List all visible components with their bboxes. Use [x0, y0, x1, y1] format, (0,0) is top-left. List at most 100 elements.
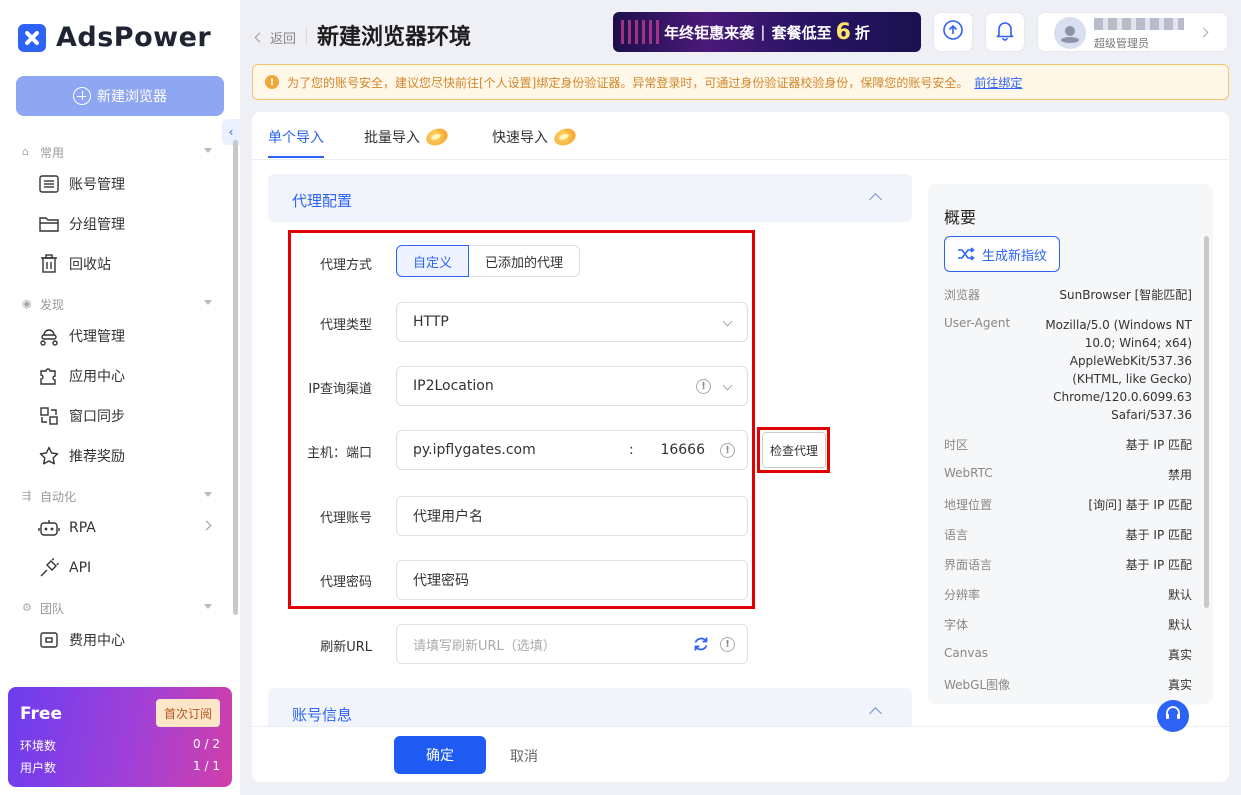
upload-button[interactable]: [933, 12, 973, 52]
plan-env-value: 0 / 2: [193, 737, 220, 751]
trash-icon: [38, 253, 60, 275]
sidebar-item-referral-rewards[interactable]: 推荐奖励: [0, 436, 232, 476]
automation-icon: ⇶: [22, 489, 32, 502]
sidebar-item-label: RPA: [69, 520, 96, 536]
overview-value: 真实: [1167, 678, 1192, 692]
back-label: 返回: [270, 32, 297, 47]
overview-value: 基于 IP 匹配: [1125, 528, 1192, 542]
user-name-redacted: [1094, 18, 1184, 30]
tab-single-import[interactable]: 单个导入: [268, 127, 324, 147]
alert-text: 为了您的账号安全，建议您尽快前往[个人设置]绑定身份验证器。异常登录时，可通过身…: [287, 75, 969, 90]
gold-coin-icon: [423, 125, 451, 149]
caret-down-icon: [204, 148, 212, 153]
overview-key: WebRTC: [944, 466, 993, 480]
billing-icon: [38, 629, 60, 651]
sidebar-nav: ⌂ 常用 账号管理 分组管理 回收站 ◉ 发现 代理管理 应用中心 窗口同步 推…: [0, 140, 232, 660]
promo-banner[interactable]: 年终钜惠来袭 | 套餐低至 6 折: [613, 12, 921, 52]
back-button[interactable]: 返回: [254, 28, 297, 47]
promo-text-2: 套餐低至: [771, 23, 832, 42]
chevron-right-icon: [201, 520, 212, 531]
overview-key: 地理位置: [944, 498, 993, 512]
chevron-up-icon: [869, 707, 882, 720]
tab-quick-import[interactable]: 快速导入: [492, 125, 579, 149]
sidebar-item-label: 代理管理: [69, 329, 125, 345]
sidebar-item-label: 应用中心: [69, 369, 125, 385]
chevron-up-icon: [869, 193, 882, 206]
sidebar-item-label: 窗口同步: [69, 409, 125, 425]
proxy-section-header[interactable]: 代理配置: [268, 174, 912, 222]
sidebar-item-label: 推荐奖励: [69, 449, 125, 465]
caret-down-icon: [204, 300, 212, 305]
security-alert: ! 为了您的账号安全，建议您尽快前往[个人设置]绑定身份验证器。异常登录时，可通…: [252, 64, 1229, 100]
new-browser-button[interactable]: 新建浏览器: [16, 76, 224, 116]
promo-number: 6: [835, 19, 851, 45]
user-menu[interactable]: 超级管理员: [1037, 12, 1228, 52]
info-icon[interactable]: !: [720, 637, 735, 652]
sidebar-item-label: 费用中心: [69, 633, 125, 649]
network-icon: [38, 325, 60, 347]
sidebar-item-label: 分组管理: [69, 217, 125, 233]
bind-authenticator-link[interactable]: 前往绑定: [974, 74, 1022, 91]
new-browser-label: 新建浏览器: [97, 89, 167, 105]
plan-env-label: 环境数: [20, 739, 57, 753]
warning-icon: !: [265, 75, 279, 89]
upload-icon: [942, 19, 964, 45]
plan-card: Free 首次订阅 环境数 0 / 2 用户数 1 / 1: [8, 687, 232, 787]
check-proxy-button[interactable]: 检查代理: [762, 432, 826, 468]
overview-scrollbar[interactable]: [1204, 236, 1209, 608]
overview-value: 基于 IP 匹配: [1125, 438, 1192, 452]
brand-logo[interactable]: AdsPower: [18, 22, 211, 53]
overview-value: 基于 IP 匹配: [1125, 558, 1192, 572]
sidebar-item-rpa[interactable]: RPA: [0, 508, 232, 548]
confirm-button[interactable]: 确定: [394, 736, 486, 774]
sidebar-item-recycle-bin[interactable]: 回收站: [0, 244, 232, 284]
list-icon: [38, 173, 60, 195]
cancel-button[interactable]: 取消: [510, 746, 538, 766]
refresh-url-input[interactable]: 请填写刷新URL（选填） !: [396, 624, 748, 664]
form-footer: 确定 取消: [252, 726, 1229, 782]
nav-group-automation[interactable]: ⇶ 自动化: [0, 484, 232, 508]
nav-group-common[interactable]: ⌂ 常用: [0, 140, 232, 164]
overview-key: 分辨率: [944, 588, 981, 602]
tab-batch-import[interactable]: 批量导入: [364, 125, 451, 149]
nav-group-discover[interactable]: ◉ 发现: [0, 292, 232, 316]
sidebar-item-window-sync[interactable]: 窗口同步: [0, 396, 232, 436]
sidebar-item-app-center[interactable]: 应用中心: [0, 356, 232, 396]
support-chat-button[interactable]: [1157, 700, 1189, 732]
generate-fingerprint-button[interactable]: 生成新指纹: [944, 236, 1060, 272]
overview-value: 真实: [1167, 648, 1192, 662]
overview-key: User-Agent: [944, 316, 1011, 330]
sidebar-item-label: API: [69, 560, 92, 576]
overview-title: 概要: [944, 208, 977, 227]
overview-value: [询问] 基于 IP 匹配: [1088, 498, 1192, 512]
sidebar: AdsPower 新建浏览器 ‹ ⌂ 常用 账号管理 分组管理 回收站 ◉ 发现…: [0, 0, 240, 795]
sidebar-item-account-management[interactable]: 账号管理: [0, 164, 232, 204]
sidebar-item-label: 账号管理: [69, 177, 125, 193]
home-icon: ⌂: [22, 145, 29, 158]
promo-unit: 折: [854, 23, 870, 42]
nav-group-team[interactable]: ⚙ 团队: [0, 596, 232, 620]
refresh-icon[interactable]: [693, 636, 709, 656]
adspower-logo-icon: [18, 23, 46, 52]
star-icon: [38, 445, 60, 467]
brand-name: AdsPower: [56, 22, 212, 53]
overview-key: Canvas: [944, 646, 989, 660]
sidebar-item-api[interactable]: API: [0, 548, 232, 588]
promo-divider: |: [760, 23, 766, 41]
section-title: 代理配置: [292, 192, 353, 210]
generate-label: 生成新指纹: [981, 248, 1047, 264]
sidebar-item-proxy-management[interactable]: 代理管理: [0, 316, 232, 356]
proxy-fields-highlight: [288, 230, 755, 609]
tab-label: 快速导入: [492, 130, 548, 146]
sidebar-item-billing[interactable]: 费用中心: [0, 620, 232, 660]
sidebar-scrollbar[interactable]: [233, 140, 238, 615]
notification-button[interactable]: [985, 12, 1025, 52]
page-title: 新建浏览器环境: [317, 25, 472, 50]
plan-env-row: 环境数 0 / 2: [20, 737, 220, 754]
subscribe-button[interactable]: 首次订阅: [156, 699, 220, 727]
sidebar-item-group-management[interactable]: 分组管理: [0, 204, 232, 244]
active-tab-indicator: [268, 156, 324, 158]
promo-text-1: 年终钜惠来袭: [664, 23, 755, 42]
nav-group-label: 团队: [40, 601, 65, 616]
plan-user-value: 1 / 1: [193, 759, 220, 773]
